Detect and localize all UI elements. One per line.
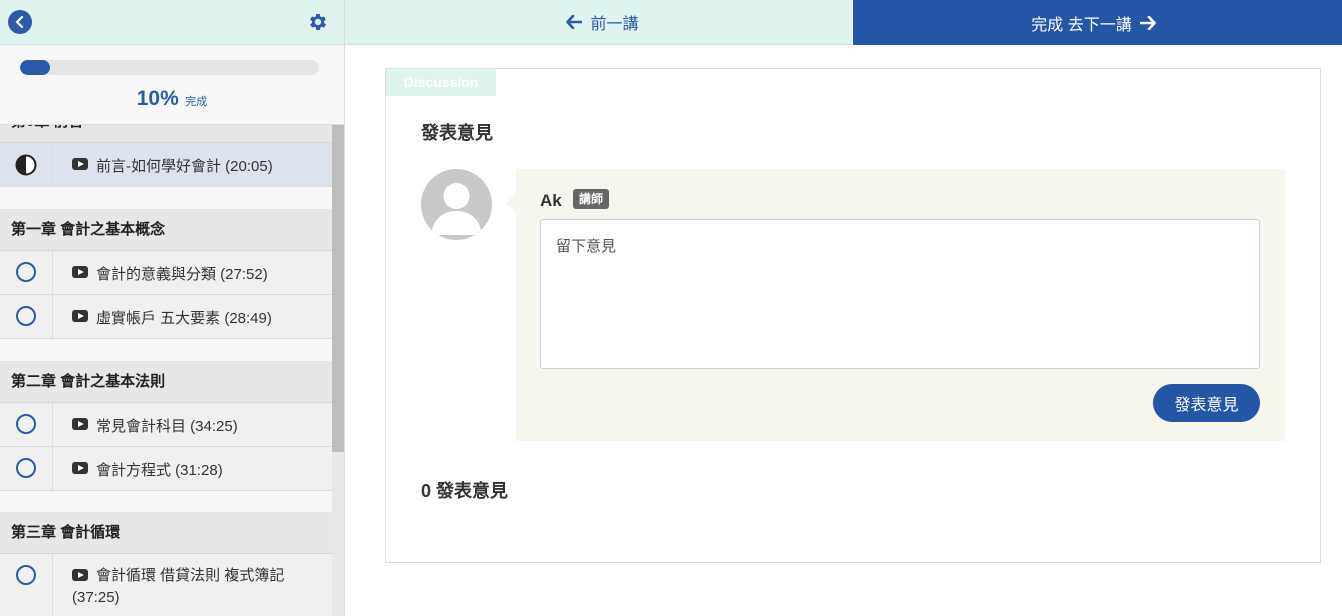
lecture-title: 前言-如何學好會計 (20:05) (96, 158, 273, 175)
avatar (421, 169, 492, 240)
play-icon (72, 462, 88, 474)
lecture-title: 虛實帳戶 五大要素 (28:49) (96, 310, 272, 327)
lecture-item[interactable]: 會計方程式 (31:28) (0, 447, 332, 491)
play-icon (72, 266, 88, 278)
gear-icon (310, 14, 326, 30)
previous-lecture-button[interactable]: 前一講 (345, 0, 852, 45)
lecture-status[interactable] (0, 251, 53, 294)
section-header: 第0章 前言 (0, 125, 332, 143)
discussion-tab[interactable]: Discussion (386, 69, 496, 96)
progress-text: 10% 完成 (0, 87, 344, 111)
lecture-item[interactable]: 前言-如何學好會計 (20:05) (0, 143, 332, 187)
circle-icon (16, 262, 36, 282)
scrollbar-thumb[interactable] (332, 125, 344, 452)
complete-next-button[interactable]: 完成 去下一講 (853, 0, 1342, 45)
submit-comment-button[interactable]: 發表意見 (1153, 384, 1260, 422)
lecture-status[interactable] (0, 143, 53, 186)
half-circle-icon (15, 154, 37, 176)
progress-bar-fill (20, 60, 50, 75)
progress-bar (20, 60, 319, 75)
settings-button[interactable] (307, 11, 331, 35)
section-header: 第三章 會計循環 (0, 512, 332, 554)
lecture-status[interactable] (0, 403, 53, 446)
course-progress: 10% 完成 (0, 45, 344, 125)
lecture-status[interactable] (0, 447, 53, 490)
section-header: 第一章 會計之基本概念 (0, 209, 332, 251)
arrow-right-icon (1139, 15, 1156, 30)
discussion-panel: Discussion 發表意見 Ak 講師 發表意見 0 發表意見 (385, 68, 1321, 563)
lecture-title: 會計循環 借貸法則 複式簿記 (37:25) (72, 567, 285, 606)
commenter-name: Ak (540, 191, 562, 210)
chevron-left-icon (15, 16, 24, 28)
lecture-title: 會計方程式 (31:28) (96, 462, 223, 479)
comment-count: 0 發表意見 (421, 481, 509, 501)
sidebar-header (0, 0, 344, 45)
instructor-badge: 講師 (573, 189, 610, 209)
lecture-status[interactable] (0, 554, 53, 616)
discussion-heading: 發表意見 (421, 123, 493, 143)
arrow-left-icon (566, 15, 583, 29)
lecture-item[interactable]: 會計循環 借貸法則 複式簿記 (37:25) (0, 554, 332, 616)
lecture-title: 常見會計科目 (34:25) (96, 418, 238, 435)
play-icon (72, 310, 88, 322)
previous-lecture-label: 前一講 (590, 16, 639, 33)
circle-icon (16, 458, 36, 478)
progress-percent: 10% (136, 87, 179, 110)
progress-label: 完成 (185, 96, 208, 108)
lecture-item[interactable]: 常見會計科目 (34:25) (0, 403, 332, 447)
circle-icon (16, 306, 36, 326)
course-sidebar: 10% 完成 第0章 前言 前言-如何學好會計 (20:05) 第一章 會計之基… (0, 0, 345, 616)
lecture-title: 會計的意義與分類 (27:52) (96, 266, 268, 283)
lecture-item[interactable]: 虛實帳戶 五大要素 (28:49) (0, 295, 332, 339)
user-silhouette-icon (431, 183, 482, 235)
curriculum-list: 第0章 前言 前言-如何學好會計 (20:05) 第一章 會計之基本概念 會計的… (0, 125, 332, 616)
section-header: 第二章 會計之基本法則 (0, 361, 332, 403)
play-icon (72, 418, 88, 430)
circle-icon (16, 414, 36, 434)
complete-next-label: 完成 去下一講 (1031, 16, 1132, 34)
lecture-status[interactable] (0, 295, 53, 338)
comment-input[interactable] (540, 219, 1260, 369)
sidebar-scrollbar[interactable] (332, 125, 344, 616)
play-icon (72, 158, 88, 170)
comment-form: Ak 講師 發表意見 (506, 169, 1285, 441)
lecture-item[interactable]: 會計的意義與分類 (27:52) (0, 251, 332, 295)
back-button[interactable] (8, 10, 32, 34)
circle-icon (16, 565, 36, 585)
